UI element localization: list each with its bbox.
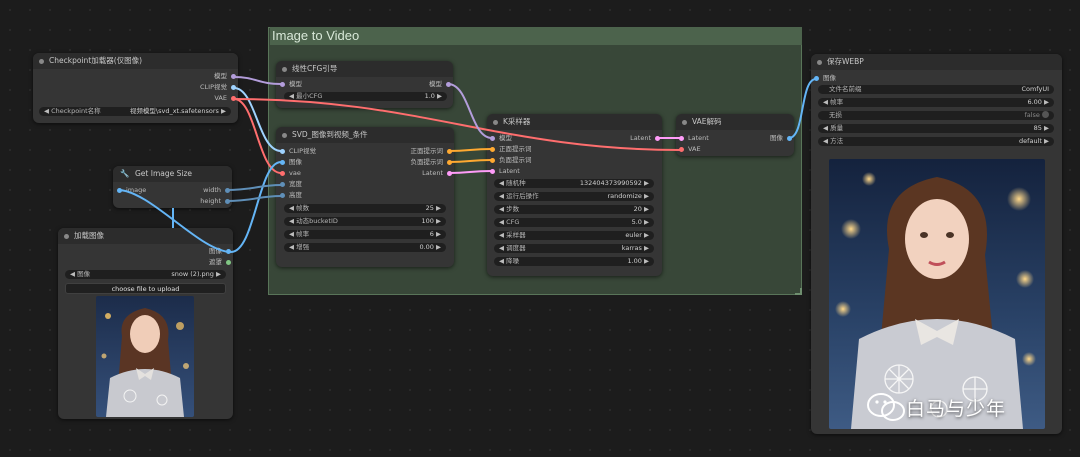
lossless-toggle[interactable]: 无损 false [818,111,1054,120]
output-positive[interactable]: 正面提示词 [411,147,452,156]
output-latent[interactable]: Latent [630,134,660,143]
portrait-image [96,296,194,417]
group-title[interactable]: Image to Video [270,27,802,45]
scheduler-widget[interactable]: ◀ 调度器 karras ▶ [494,244,654,253]
node-title[interactable]: K采样器 [487,114,662,130]
portrait-image [829,159,1045,429]
save-webp-node[interactable]: 保存WEBP 图像 文件名前缀 ComfyUI ◀ 帧率 6.00 ▶ 无损 fals… [811,54,1062,434]
input-height[interactable]: 高度 [280,191,302,200]
input-negative[interactable]: 负面提示词 [490,156,532,165]
denoise-widget[interactable]: ◀ 降噪 1.00 ▶ [494,257,654,266]
output-negative[interactable]: 负面提示词 [411,158,452,167]
collapse-dot-icon[interactable] [493,120,498,125]
output-mask[interactable]: 遮罩 [209,258,231,267]
seed-widget[interactable]: ◀ 随机种 132404373990592 ▶ [494,179,654,188]
collapse-dot-icon[interactable] [282,67,287,72]
sampler-widget[interactable]: ◀ 采样器 euler ▶ [494,231,654,240]
augmentation-widget[interactable]: ◀ 增强 0.00 ▶ [284,243,446,252]
node-title[interactable]: SVD_图像到视频_条件 [276,127,454,143]
input-positive[interactable]: 正面提示词 [490,145,532,154]
output-image[interactable]: 图像 [209,247,231,256]
input-latent[interactable]: Latent [679,134,709,143]
input-clip-vision[interactable]: CLIP视觉 [280,147,316,156]
method-widget[interactable]: ◀ 方法 default ▶ [818,137,1054,146]
input-image[interactable]: image [117,186,146,195]
arrow-right-icon[interactable]: ▶ [221,107,226,115]
node-title[interactable]: 线性CFG引导 [276,61,453,77]
collapse-dot-icon[interactable] [282,133,287,138]
input-vae[interactable]: VAE [679,145,701,154]
output-height[interactable]: height [200,197,230,206]
wrench-icon: 🔧 [120,169,130,178]
image-combo[interactable]: ◀ 图像 snow (2).png ▶ [65,270,226,279]
fps-widget[interactable]: ◀ 帧率 6 ▶ [284,230,446,239]
input-image[interactable]: 图像 [280,158,302,167]
watermark: 白马与少年 [866,392,1006,422]
collapse-dot-icon[interactable] [39,59,44,64]
upload-button[interactable]: choose file to upload [65,283,226,294]
fps-widget[interactable]: ◀ 帧率 6.00 ▶ [818,98,1054,107]
output-model[interactable]: 模型 [429,80,451,89]
ksampler-node[interactable]: K采样器 模型 正面提示词 负面提示词 Latent Latent ◀ 随机种 1… [487,114,662,276]
min-cfg-widget[interactable]: ◀ 最小CFG 1.0 ▶ [284,92,447,101]
control-after-generate-widget[interactable]: ◀ 运行后操作 randomize ▶ [494,192,654,201]
motion-bucket-widget[interactable]: ◀ 动态bucketID 100 ▶ [284,217,446,226]
filename-prefix-widget[interactable]: 文件名前缀 ComfyUI [818,85,1054,94]
input-image[interactable]: 图像 [814,74,836,83]
cfg-widget[interactable]: ◀ CFG 5.0 ▶ [494,218,654,227]
node-title[interactable]: 保存WEBP [811,54,1062,70]
get-image-size-node[interactable]: 🔧 Get Image Size image width height [113,166,232,208]
svd-img2vid-conditioning-node[interactable]: SVD_图像到视频_条件 CLIP视觉 图像 vae 宽度 高度 正面提示词 负… [276,127,454,267]
checkpoint-loader-node[interactable]: Checkpoint加载器(仅图像) 模型 CLIP视觉 VAE ◀ Check… [33,53,238,123]
input-image-preview [96,296,194,417]
checkpoint-name-combo[interactable]: ◀ Checkpoint名称 视频模型\svd_xt.safetensors ▶ [39,107,231,116]
quality-widget[interactable]: ◀ 质量 85 ▶ [818,124,1054,133]
output-image-preview [829,159,1045,429]
load-image-node[interactable]: 加载图像 图像 遮罩 ◀ 图像 snow (2).png ▶ choose fi… [58,228,233,419]
collapse-dot-icon[interactable] [682,120,687,125]
input-vae[interactable]: vae [280,169,301,178]
output-latent[interactable]: Latent [422,169,452,178]
node-title[interactable]: 🔧 Get Image Size [113,166,232,182]
node-title[interactable]: Checkpoint加载器(仅图像) [33,53,238,69]
collapse-dot-icon[interactable] [817,60,822,65]
frames-widget[interactable]: ◀ 帧数 25 ▶ [284,204,446,213]
arrow-left-icon[interactable]: ◀ [44,107,49,115]
input-model[interactable]: 模型 [490,134,512,143]
output-image[interactable]: 图像 [770,134,792,143]
toggle-off-icon[interactable] [1042,111,1049,118]
output-clip-vision[interactable]: CLIP视觉 [200,83,236,92]
vae-decode-node[interactable]: VAE解码 Latent VAE 图像 [676,114,794,156]
linear-cfg-guidance-node[interactable]: 线性CFG引导 模型 模型 ◀ 最小CFG 1.0 ▶ [276,61,453,108]
input-model[interactable]: 模型 [280,80,302,89]
arrow-left-icon[interactable]: ◀ [289,92,294,100]
group-resize-handle[interactable] [795,288,802,295]
output-model[interactable]: 模型 [214,72,236,81]
arrow-right-icon[interactable]: ▶ [437,92,442,100]
wechat-icon [867,393,905,421]
node-title[interactable]: VAE解码 [676,114,794,130]
output-vae[interactable]: VAE [214,94,236,103]
watermark-text: 白马与少年 [906,397,1007,420]
steps-widget[interactable]: ◀ 步数 20 ▶ [494,205,654,214]
collapse-dot-icon[interactable] [64,234,69,239]
output-width[interactable]: width [203,186,230,195]
node-title[interactable]: 加载图像 [58,228,233,244]
input-latent[interactable]: Latent [490,167,520,176]
input-width[interactable]: 宽度 [280,180,302,189]
